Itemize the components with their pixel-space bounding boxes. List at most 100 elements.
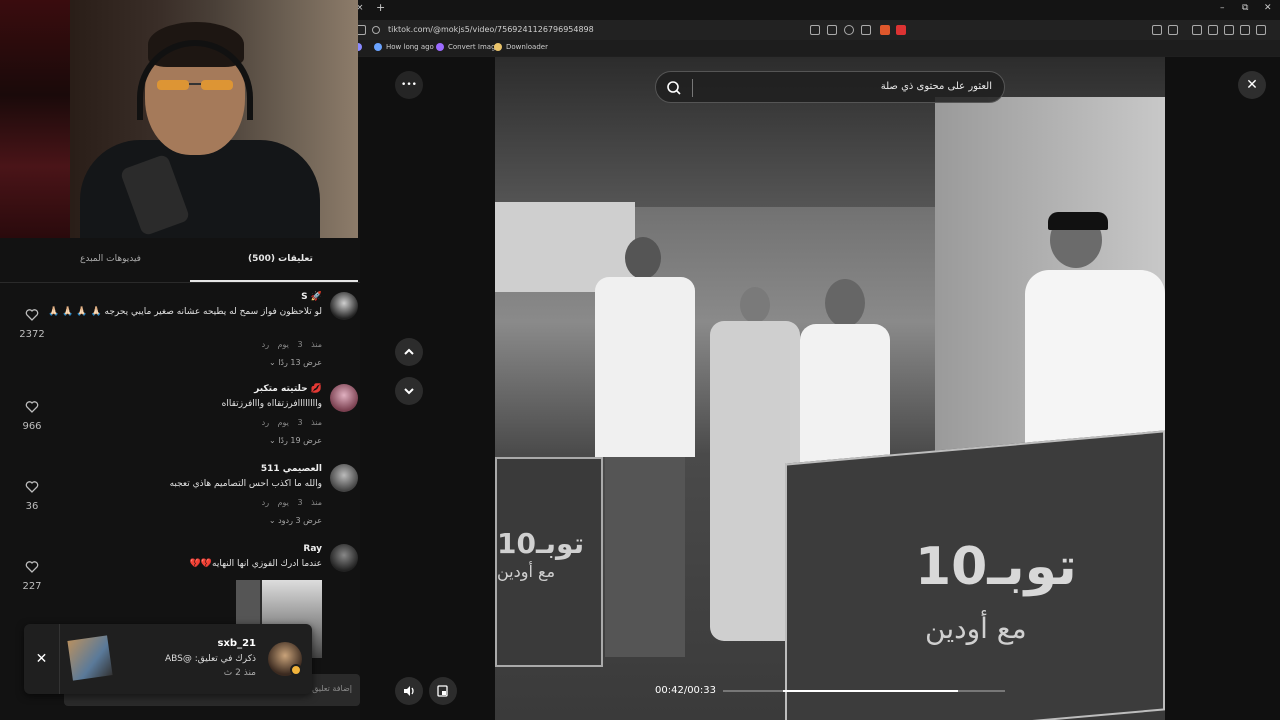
person-cap (800, 279, 890, 484)
bookmark-how-long-ago[interactable]: How long ago (374, 43, 434, 51)
toast-video-thumbnail[interactable] (67, 635, 113, 681)
tab-strip: × + – ⧉ ✕ (350, 0, 1280, 20)
reader-icon[interactable] (810, 25, 820, 35)
like-count: 2372 (19, 329, 45, 340)
menu-icon[interactable] (1256, 25, 1266, 35)
comment-meta[interactable]: منذ 3 يوم رد (262, 340, 322, 349)
more-options-button[interactable]: ••• (395, 71, 423, 99)
heart-icon[interactable] (25, 308, 39, 322)
view-replies-link[interactable]: عرض 13 ردًا ⌄ (269, 358, 322, 367)
like-button[interactable]: 36 (12, 480, 52, 513)
url-text[interactable]: tiktok.com/@mokjs5/video/756924112679695… (388, 25, 594, 34)
comment-author[interactable]: 💋 حلتيته متكبر (254, 384, 322, 394)
speaker-icon (404, 686, 414, 696)
site-info-icon[interactable] (372, 26, 380, 34)
webcam-poster (0, 0, 70, 238)
close-window-button[interactable]: ✕ (1264, 3, 1272, 13)
brave-shield-icon[interactable] (880, 25, 890, 35)
search-divider (692, 79, 693, 97)
tab-creator-videos[interactable]: فيديوهات المبدع (80, 254, 141, 264)
pip-button[interactable] (429, 677, 457, 705)
image-icon (436, 43, 444, 51)
heart-icon[interactable] (25, 400, 39, 414)
heart-icon[interactable] (25, 480, 39, 494)
booth-subtitle: مع أودين (925, 612, 1027, 645)
chevron-up-icon (404, 348, 414, 355)
toast-time: منذ 2 ث (223, 668, 256, 678)
avatar[interactable] (330, 292, 358, 320)
like-count: 227 (22, 581, 42, 592)
progress-fill (783, 690, 959, 692)
search-placeholder: العثور على محتوى ذي صلة (880, 81, 992, 92)
bookmark-convert-image[interactable]: Convert Image (436, 43, 500, 51)
person-black-cap (1020, 212, 1165, 452)
comment-author[interactable]: 🚀 S (301, 292, 322, 302)
share-icon[interactable] (861, 25, 871, 35)
previous-video-button[interactable] (395, 338, 423, 366)
video-time: 00:42/00:33 (655, 685, 717, 696)
toast-username: sxb_21 (217, 638, 256, 649)
like-count: 966 (22, 421, 42, 432)
comment-meta[interactable]: منذ 3 يوم رد (262, 418, 322, 427)
zoom-icon[interactable] (844, 25, 854, 35)
progress-bar[interactable] (723, 690, 1005, 692)
glasses-icon (157, 80, 233, 90)
view-replies-link[interactable]: عرض 19 ردًا ⌄ (269, 436, 322, 445)
next-video-button[interactable] (395, 377, 423, 405)
bookmarks-bar: How long ago Convert Image Downloader (350, 40, 1280, 56)
related-search-box[interactable]: العثور على محتوى ذي صلة (655, 71, 1005, 103)
comment-text: لو تلاحظون فواز سمح له يطيحه عشانه صغير … (48, 307, 322, 317)
comment-item: 🚀 S لو تلاحظون فواز سمح له يطيحه عشانه ص… (0, 292, 360, 372)
toast-message: ذكرك في تعليق: @ABS (164, 654, 256, 664)
heart-icon[interactable] (25, 560, 39, 574)
extensions-icon[interactable] (1152, 25, 1162, 35)
music-icon[interactable] (1192, 25, 1202, 35)
cast-icon[interactable] (827, 25, 837, 35)
like-button[interactable]: 2372 (12, 308, 52, 341)
comment-text: واااااااافرزتقااه وااافرزتقااه (221, 399, 322, 409)
restore-button[interactable]: ⧉ (1242, 3, 1248, 13)
sidebar-icon[interactable] (1208, 25, 1218, 35)
comment-item: Ray عندما ادرك الفوزي انها النهايه💔💔 227 (0, 544, 360, 592)
clock-icon (374, 43, 382, 51)
volume-button[interactable] (395, 677, 423, 705)
toast-close-button[interactable]: ✕ (24, 624, 60, 694)
new-tab-button[interactable]: + (376, 1, 385, 15)
avatar[interactable] (330, 384, 358, 412)
comment-item: 💋 حلتيته متكبر واااااااافرزتقااه وااافرز… (0, 384, 360, 454)
booth-left-title: توبـ10 (497, 527, 585, 560)
webcam-overlay (0, 0, 358, 238)
panel-tabs: (500) تعليقات فيديوهات المبدع (0, 246, 360, 283)
comment-meta[interactable]: منذ 3 يوم رد (262, 498, 322, 507)
chevron-down-icon (404, 388, 414, 395)
like-button[interactable]: 227 (12, 560, 52, 593)
wallet-icon[interactable] (1224, 25, 1234, 35)
minimize-button[interactable]: – (1220, 3, 1225, 13)
avatar[interactable] (330, 544, 358, 572)
like-button[interactable]: 966 (12, 400, 52, 433)
comment-text: والله ما اكذب احس التصاميم هاذي تعجبه (169, 479, 322, 489)
comment-text: عندما ادرك الفوزي انها النهايه💔💔 (189, 559, 322, 569)
close-viewer-button[interactable]: ✕ (1238, 71, 1266, 99)
mention-notification[interactable]: ✕ sxb_21 ذكرك في تعليق: @ABS منذ 2 ث (24, 624, 312, 694)
rewards-icon[interactable] (896, 25, 906, 35)
download-icon (494, 43, 502, 51)
video-viewer: ••• ✕ توبـ10 مع أودين توبـ10 مع أودين ال… (360, 57, 1280, 720)
tab-comments[interactable]: (500) تعليقات (248, 254, 313, 264)
verified-badge-icon (290, 664, 302, 676)
view-replies-link[interactable]: عرض 3 ردود ⌄ (269, 516, 322, 525)
screenshot-icon[interactable] (1168, 25, 1178, 35)
booth-left-subtitle: مع أودين (497, 562, 556, 581)
booth-title: توبـ10 (915, 537, 1077, 597)
comment-author[interactable]: Ray (303, 544, 322, 554)
bookmark-downloader[interactable]: Downloader (494, 43, 548, 51)
vpn-icon[interactable] (1240, 25, 1250, 35)
comment-author[interactable]: العصيمي 511 (261, 464, 322, 474)
like-count: 36 (25, 501, 39, 512)
browser-chrome: × + – ⧉ ✕ tiktok.com/@mokjs5/video/75692… (350, 0, 1280, 57)
avatar[interactable] (330, 464, 358, 492)
search-icon[interactable] (666, 80, 682, 96)
video-frame[interactable]: توبـ10 مع أودين توبـ10 مع أودين (495, 57, 1165, 720)
pip-icon (437, 685, 448, 697)
address-bar[interactable]: tiktok.com/@mokjs5/video/756924112679695… (350, 20, 1280, 40)
